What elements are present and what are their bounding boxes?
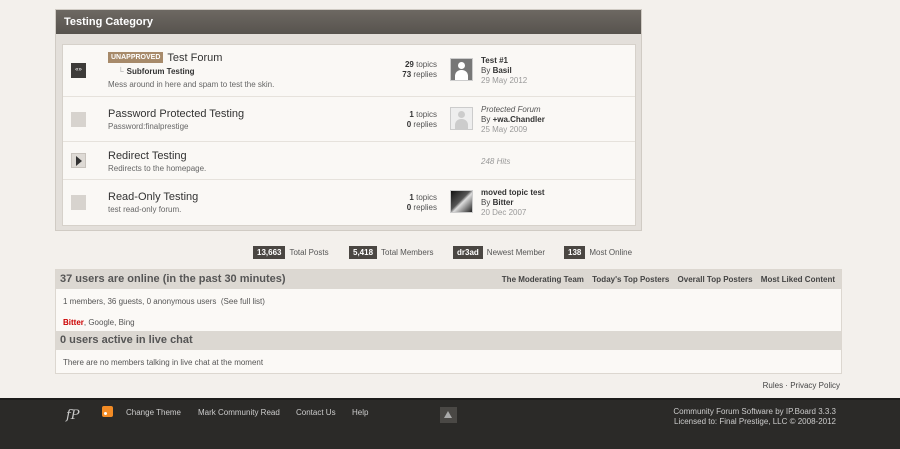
last-post-title[interactable]: Test #1 <box>481 56 508 65</box>
avatar[interactable] <box>450 58 473 81</box>
forum-name-link[interactable]: Redirect Testing <box>108 150 187 162</box>
up-arrow-icon[interactable] <box>440 407 457 423</box>
forum-stats: 29 topics 73 replies <box>402 60 437 79</box>
most-liked-content-link[interactable]: Most Liked Content <box>761 275 835 284</box>
forum-name-link[interactable]: Read-Only Testing <box>108 191 198 203</box>
forum-name-link[interactable]: Test Forum <box>167 52 222 64</box>
online-summary: 1 members, 36 guests, 0 anonymous users … <box>63 297 265 306</box>
avatar[interactable] <box>450 107 473 130</box>
forum-name-link[interactable]: Password Protected Testing <box>108 108 244 120</box>
last-post-date: 20 Dec 2007 <box>481 208 527 217</box>
footer-policy-links: Rules · Privacy Policy <box>762 381 840 390</box>
online-users-panel: 37 users are online (in the past 30 minu… <box>55 269 842 374</box>
site-logo[interactable]: fP <box>66 408 80 423</box>
privacy-policy-link[interactable]: Privacy Policy <box>790 381 840 390</box>
stat-total-members: 5,418 Total Members <box>349 242 434 260</box>
online-user-link[interactable]: Bitter <box>63 318 84 327</box>
last-post-date: 25 May 2009 <box>481 125 528 134</box>
forum-description: Password:finalprestige <box>108 122 189 131</box>
mark-read-link[interactable]: Mark Community Read <box>198 408 280 417</box>
change-theme-link[interactable]: Change Theme <box>126 408 181 417</box>
forum-stats: 1 topics 0 replies <box>406 110 437 129</box>
moderating-team-link[interactable]: The Moderating Team <box>502 275 584 284</box>
redirect-hits: 248 Hits <box>481 157 511 166</box>
last-post-info: Protected Forum By +wa.Chandler 25 May 2… <box>481 105 545 134</box>
stat-most-online: 138 Most Online <box>564 242 632 260</box>
forum-unread-icon[interactable]: «» <box>71 63 86 78</box>
redirect-arrow-icon[interactable] <box>71 153 86 168</box>
subforum-link[interactable]: └ Subforum Testing <box>118 67 195 76</box>
last-post-author[interactable]: +wa.Chandler <box>493 115 545 124</box>
forum-description: Mess around in here and spam to test the… <box>108 80 275 89</box>
forum-read-icon[interactable] <box>71 112 86 127</box>
live-chat-header: 0 users active in live chat <box>56 331 841 350</box>
live-chat-text: There are no members talking in live cha… <box>63 358 264 367</box>
see-full-list-link[interactable]: (See full list) <box>221 297 265 306</box>
last-post-date: 29 May 2012 <box>481 76 528 85</box>
tree-branch-icon: └ <box>118 67 124 76</box>
forum-row-redirect: Redirect Testing Redirects to the homepa… <box>63 142 635 180</box>
forum-description: test read-only forum. <box>108 205 182 214</box>
category-title[interactable]: Testing Category <box>56 10 641 34</box>
help-link[interactable]: Help <box>352 408 368 417</box>
last-post-author[interactable]: Bitter <box>493 198 514 207</box>
category-panel: Testing Category «» UNAPPROVED Test Forum… <box>55 9 642 231</box>
last-post-info: Test #1 By Basil 29 May 2012 <box>481 56 528 85</box>
todays-top-posters-link[interactable]: Today's Top Posters <box>592 275 669 284</box>
powered-by-link[interactable]: Community Forum Software by IP.Board 3.3… <box>673 407 836 416</box>
forum-list: «» UNAPPROVED Test Forum └ Subforum Testin… <box>62 44 636 226</box>
forum-row-test-forum: «» UNAPPROVED Test Forum └ Subforum Testin… <box>63 45 635 97</box>
last-post-info: moved topic test By Bitter 20 Dec 2007 <box>481 188 545 217</box>
rules-link[interactable]: Rules <box>763 381 783 390</box>
forum-row-password: Password Protected Testing Password:fina… <box>63 97 635 142</box>
last-post-title: Protected Forum <box>481 105 541 114</box>
online-links: The Moderating Team Today's Top Posters … <box>496 270 835 289</box>
footer: fP Change Theme Mark Community Read Cont… <box>0 398 900 449</box>
forum-row-readonly: Read-Only Testing test read-only forum. … <box>63 180 635 227</box>
last-post-author[interactable]: Basil <box>493 66 512 75</box>
copyright: Community Forum Software by IP.Board 3.3… <box>673 407 836 426</box>
overall-top-posters-link[interactable]: Overall Top Posters <box>678 275 753 284</box>
online-users-header: 37 users are online (in the past 30 minu… <box>60 273 286 285</box>
rss-icon[interactable] <box>102 406 113 417</box>
unapproved-badge: UNAPPROVED <box>108 52 164 63</box>
forum-description: Redirects to the homepage. <box>108 164 207 173</box>
contact-us-link[interactable]: Contact Us <box>296 408 336 417</box>
avatar[interactable] <box>450 190 473 213</box>
stat-total-posts: 13,663 Total Posts <box>253 242 329 260</box>
forum-stats: 1 topics 0 replies <box>406 193 437 212</box>
online-user-list: Bitter, Google, Bing <box>63 318 135 327</box>
last-post-title[interactable]: moved topic test <box>481 188 545 197</box>
stat-newest-member[interactable]: dr3ad Newest Member <box>453 242 545 260</box>
forum-read-icon[interactable] <box>71 195 86 210</box>
